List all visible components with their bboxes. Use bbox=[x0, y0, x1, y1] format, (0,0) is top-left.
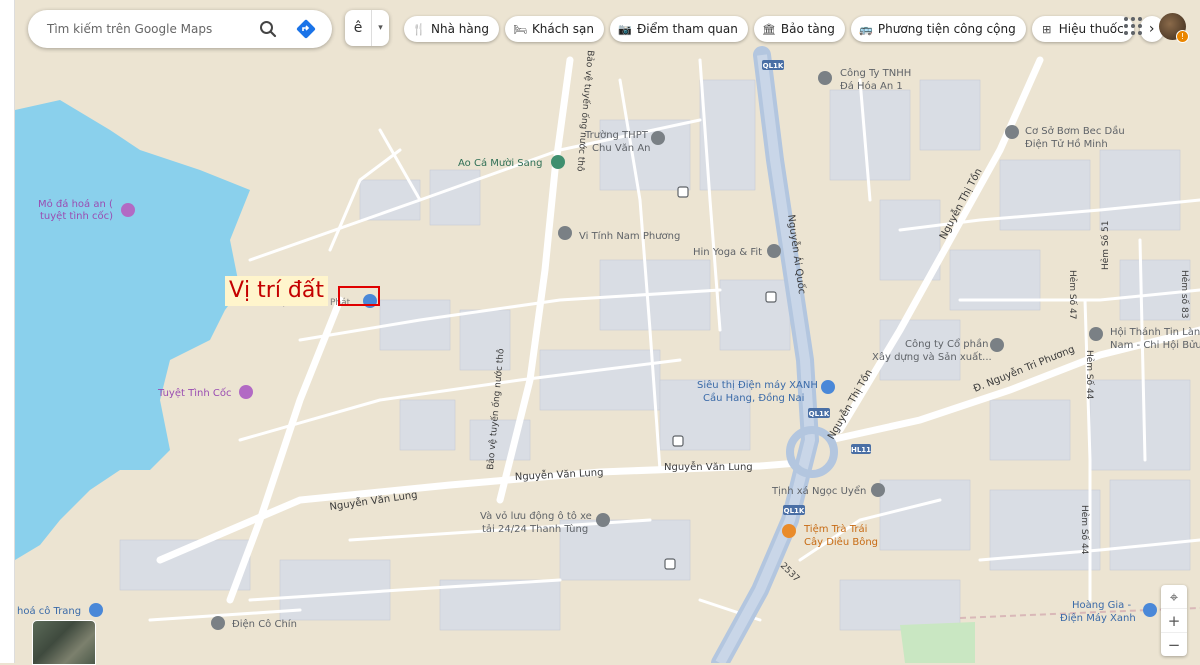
place-label: Cây Diêu Bông bbox=[804, 536, 878, 548]
search-icon[interactable] bbox=[256, 17, 280, 41]
chip-restaurants[interactable]: 🍴 Nhà hàng bbox=[404, 16, 499, 42]
road-label: Hẻm số 83 bbox=[1179, 270, 1190, 318]
avatar[interactable]: ! bbox=[1159, 13, 1189, 43]
place-label: Cơ Sở Bơm Bec Dầu bbox=[1025, 125, 1125, 137]
place-label: Xây dựng và Sản xuất... bbox=[872, 351, 992, 363]
museum-icon: 🏛 bbox=[761, 22, 776, 36]
location-annotation: Vị trí đất bbox=[225, 276, 329, 306]
road-label: Hẻm Số 47 bbox=[1067, 270, 1078, 319]
chevron-right-icon: › bbox=[1148, 21, 1155, 37]
my-location-icon[interactable]: ⌖ bbox=[1161, 585, 1187, 609]
left-edge-panel bbox=[0, 0, 15, 663]
place-label: Chu Văn An bbox=[592, 143, 651, 154]
place-label: Tịnh xá Ngọc Uyển bbox=[771, 484, 866, 497]
road-label: Nguyễn Văn Lung bbox=[664, 460, 753, 473]
location-marker-box bbox=[338, 286, 380, 306]
shield-label: QL1K bbox=[809, 410, 830, 418]
park-area bbox=[900, 622, 975, 663]
search-box[interactable]: Tìm kiếm trên Google Maps bbox=[28, 10, 332, 48]
camera-icon: 📷 bbox=[618, 22, 632, 36]
chip-attractions[interactable]: 📷 Điểm tham quan bbox=[610, 16, 748, 42]
place-label: Hoàng Gia - bbox=[1072, 599, 1131, 611]
transit-icon: 🚌 bbox=[859, 22, 873, 36]
place-label: Cầu Hang, Đồng Nai bbox=[703, 392, 804, 404]
place-label: Nam - Chi Hội Bửu Long bbox=[1110, 339, 1200, 351]
place-label: Hội Thánh Tin Lành Việt bbox=[1110, 326, 1200, 338]
pharmacy-icon: ⊞ bbox=[1042, 22, 1052, 36]
map-canvas[interactable]: QL1K QL1K QL1K HL11 Nguyễn Văn Lung Nguy… bbox=[0, 0, 1200, 663]
category-chips: 🍴 Nhà hàng 🛏 Khách sạn 📷 Điểm tham quan 🏛 Bả… bbox=[404, 16, 1164, 42]
place-label: Điện Cô Chín bbox=[232, 618, 297, 630]
apps-grid-icon[interactable] bbox=[1124, 17, 1142, 35]
chip-transit[interactable]: 🚌 Phương tiện công cộng bbox=[850, 16, 1026, 42]
place-label: Điện Máy Xanh bbox=[1060, 612, 1136, 624]
zoom-out-button[interactable]: − bbox=[1161, 633, 1187, 656]
place-label: Tuyệt Tình Cốc bbox=[157, 387, 231, 399]
road-label: Hẻm Số 44 bbox=[1084, 350, 1095, 400]
place-label: Điện Tử Hồ Minh bbox=[1025, 138, 1108, 150]
chip-museums[interactable]: 🏛 Bảo tàng bbox=[753, 16, 845, 42]
place-label: Mỏ đá hoá an ( bbox=[38, 198, 113, 210]
place-label: Đá Hóa An 1 bbox=[840, 80, 903, 92]
place-label: Siêu thị Điện máy XANH bbox=[697, 379, 818, 391]
directions-icon[interactable] bbox=[294, 17, 318, 41]
place-label: Công ty Cổ phần bbox=[905, 337, 988, 350]
place-label: Và vỏ lưu động ô tô xe bbox=[480, 510, 592, 522]
chip-hotels[interactable]: 🛏 Khách sạn bbox=[504, 16, 604, 42]
satellite-layer-thumbnail[interactable] bbox=[32, 620, 96, 665]
map-controls: ⌖ + − bbox=[1161, 585, 1187, 656]
chip-pharmacies[interactable]: ⊞ Hiệu thuốc bbox=[1031, 16, 1134, 42]
layer-toggle-button[interactable]: ê ▾ bbox=[345, 10, 389, 46]
shield-label: HL11 bbox=[851, 446, 871, 454]
hotel-icon: 🛏 bbox=[512, 22, 527, 36]
place-label: Hin Yoga & Fit bbox=[693, 247, 762, 258]
shield-label: QL1K bbox=[763, 62, 784, 70]
zoom-in-button[interactable]: + bbox=[1161, 609, 1187, 633]
layer-toggle-label: ê bbox=[353, 20, 363, 36]
restaurant-icon: 🍴 bbox=[412, 22, 426, 36]
place-label: tải 24/24 Thanh Tùng bbox=[482, 523, 588, 535]
chevron-down-icon[interactable]: ▾ bbox=[372, 23, 389, 33]
alert-badge-icon: ! bbox=[1176, 30, 1189, 43]
shield-label: QL1K bbox=[784, 507, 805, 515]
place-label: Công Ty TNHH bbox=[840, 67, 911, 79]
search-input[interactable]: Tìm kiếm trên Google Maps bbox=[47, 22, 256, 36]
road-label: Hẻm Số 51 bbox=[1100, 221, 1111, 270]
place-label: Trường THPT bbox=[584, 129, 649, 141]
place-label: Ao Cá Mười Sang bbox=[458, 157, 542, 169]
place-label: tuyệt tình cốc) bbox=[40, 210, 113, 222]
road-label: Hẻm Số 44 bbox=[1079, 505, 1090, 555]
place-label: hoá cô Trang bbox=[17, 605, 81, 617]
place-label: Tiệm Trà Trái bbox=[803, 523, 867, 535]
place-label: Vi Tính Nam Phương bbox=[579, 230, 680, 242]
